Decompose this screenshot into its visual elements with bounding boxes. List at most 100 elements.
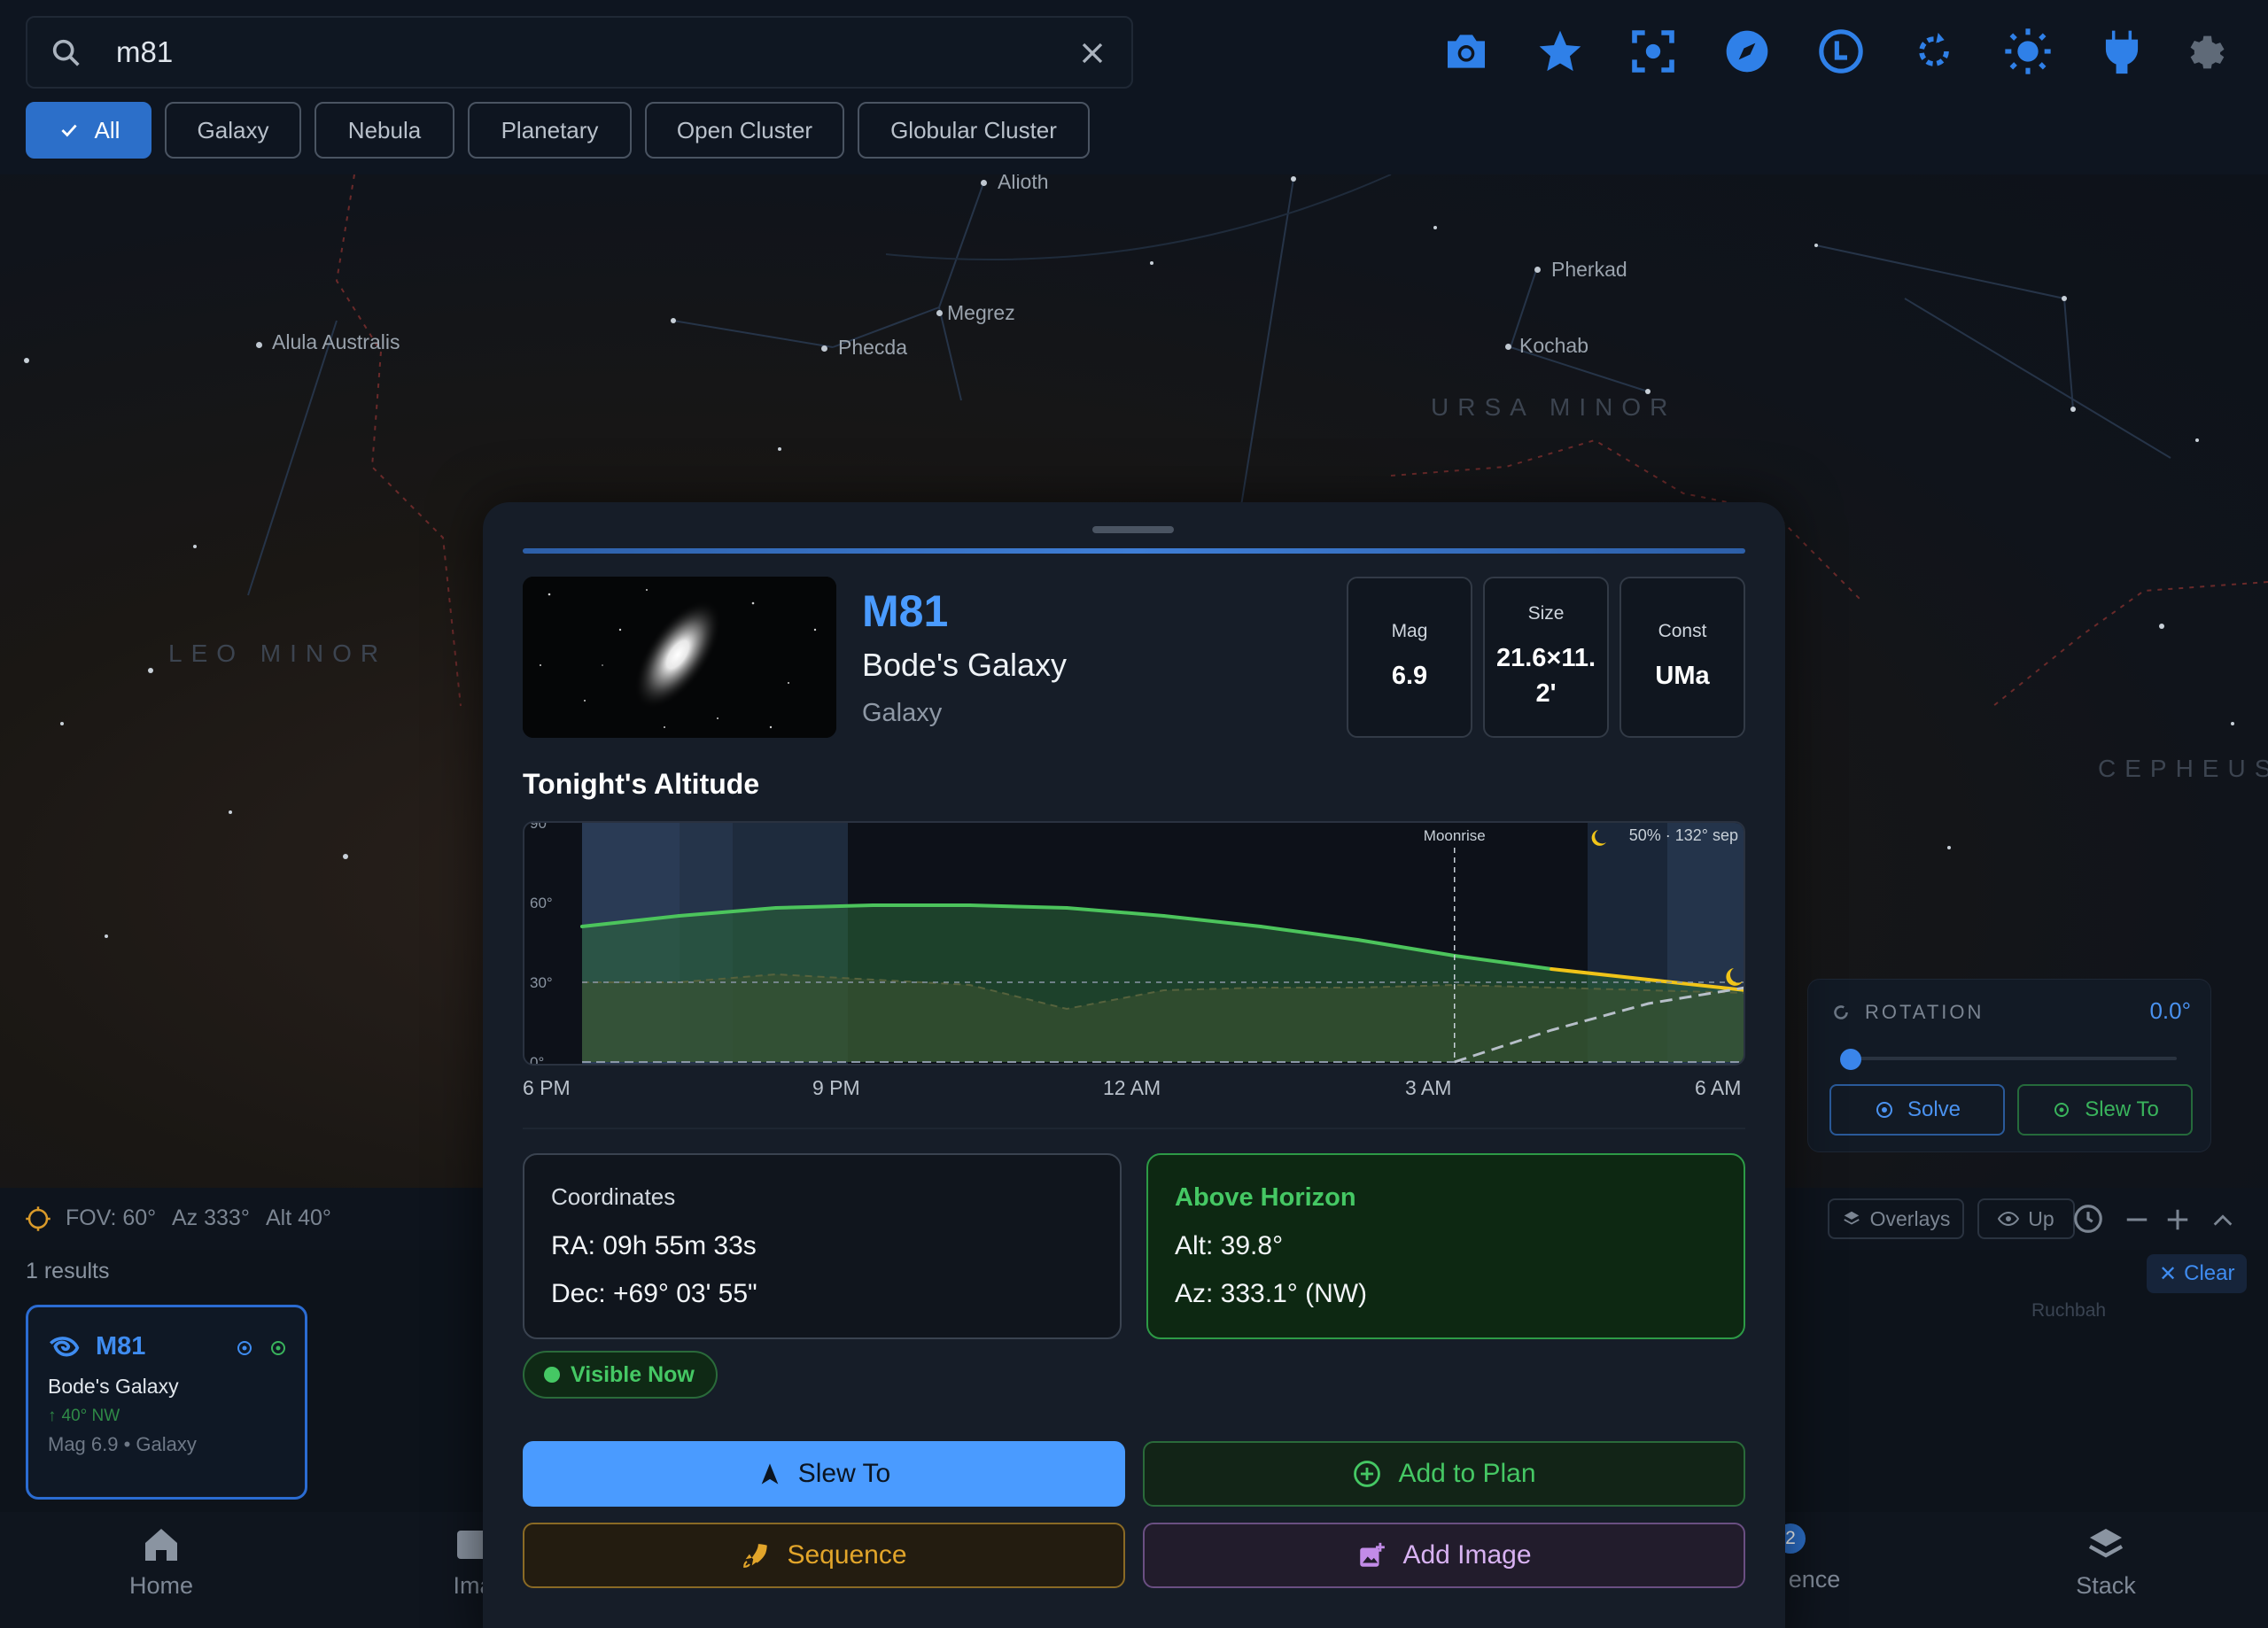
clear-button[interactable]: ✕ Clear	[2147, 1254, 2248, 1293]
sheet-accent-bar	[523, 548, 1745, 554]
altitude-area	[582, 905, 1744, 1062]
star-label-ruchbah[interactable]: Ruchbah	[2031, 1300, 2106, 1322]
az-readout: Az 333°	[172, 1205, 250, 1230]
filter-chip-galaxy[interactable]: Galaxy	[165, 102, 301, 159]
filter-chip-globular-cluster[interactable]: Globular Cluster	[858, 102, 1090, 159]
add-image-label: Add Image	[1402, 1540, 1532, 1570]
nav-home-label: Home	[128, 1572, 194, 1599]
galaxy-icon	[50, 1337, 80, 1357]
zoom-out-icon[interactable]	[2124, 1206, 2150, 1233]
check-icon	[60, 124, 77, 137]
overlays-label: Overlays	[1869, 1206, 1951, 1230]
stat-constellation-value: UMa	[1655, 662, 1710, 690]
constellation-leo-minor: LEO MINOR	[168, 640, 388, 667]
galaxy-image	[523, 577, 836, 738]
clock-icon[interactable]	[1816, 27, 1866, 76]
rotation-slew-button[interactable]: Slew To	[2017, 1084, 2193, 1136]
sheet-drag-handle[interactable]	[1092, 526, 1174, 533]
results-count: 1 results	[26, 1259, 110, 1283]
stat-constellation: Const UMa	[1619, 577, 1745, 738]
sequence-button[interactable]: Sequence	[523, 1523, 1125, 1588]
top-bar: m81 All Galaxy Nebula Planetary Open Clu…	[0, 0, 2268, 174]
clear-label: Clear	[2184, 1261, 2235, 1285]
star-label-alula-australis[interactable]: Alula Australis	[272, 330, 400, 354]
filter-chip-nebula[interactable]: Nebula	[315, 102, 454, 159]
compass-icon[interactable]	[1722, 27, 1772, 76]
star-label-megrez[interactable]: Megrez	[947, 301, 1015, 325]
add-circle-icon	[1354, 1461, 1381, 1487]
horizon-az: Az: 333.1° (NW)	[1175, 1279, 1368, 1308]
x-tick-label: 6 PM	[523, 1076, 571, 1099]
nav-stack[interactable]: Stack	[2017, 1523, 2194, 1600]
add-image-button[interactable]: Add Image	[1143, 1523, 1745, 1588]
search-bar[interactable]: m81	[26, 16, 1133, 89]
star-label-kochab[interactable]: Kochab	[1519, 334, 1588, 358]
altitude-title: Tonight's Altitude	[523, 768, 760, 800]
result-card-id: M81	[96, 1332, 146, 1361]
altitude-chart-svg: Moonrise 50% · 132° sep 90° 60° 30° 0°	[530, 823, 1744, 1064]
crosshair-icon[interactable]	[268, 1337, 289, 1359]
add-to-plan-button[interactable]: Add to Plan	[1143, 1441, 1745, 1507]
slew-to-button[interactable]: Slew To	[523, 1441, 1125, 1507]
clock-icon[interactable]	[2071, 1202, 2105, 1236]
home-icon	[145, 1529, 177, 1561]
camera-icon[interactable]	[1441, 27, 1491, 76]
arrow-up-icon: ↑	[48, 1407, 57, 1425]
filter-chip-planetary[interactable]: Planetary	[468, 102, 632, 159]
zoom-in-icon[interactable]	[2164, 1206, 2191, 1233]
add-to-plan-label: Add to Plan	[1398, 1459, 1536, 1488]
result-card-name: Bode's Galaxy	[48, 1375, 179, 1398]
crosshair-icon	[26, 1206, 50, 1231]
nav-home[interactable]: Home	[73, 1523, 250, 1600]
x-tick-label: 9 PM	[812, 1076, 860, 1099]
rocket-icon	[743, 1544, 768, 1568]
navigate-icon	[761, 1463, 779, 1485]
overlays-button[interactable]: Overlays	[1828, 1198, 1964, 1239]
result-card[interactable]: M81 Bode's Galaxy ↑ 40° NW Mag 6.9 • Gal…	[26, 1305, 307, 1500]
rotate-icon[interactable]	[1909, 27, 1959, 76]
star-label-phecda[interactable]: Phecda	[838, 336, 907, 360]
result-card-position-text: 40° NW	[61, 1407, 120, 1425]
rotation-slider-thumb[interactable]	[1840, 1049, 1861, 1070]
horizon-card: Above Horizon Alt: 39.8° Az: 333.1° (NW)	[1146, 1153, 1745, 1339]
add-photo-icon	[1360, 1542, 1386, 1567]
solve-button[interactable]: Solve	[1829, 1084, 2005, 1136]
up-label: Up	[2028, 1206, 2054, 1230]
slew-to-label: Slew To	[797, 1459, 891, 1488]
visible-now-badge: Visible Now	[523, 1351, 718, 1399]
y-tick-label: 90°	[530, 823, 553, 832]
filter-chip-label: All	[94, 116, 120, 143]
plug-icon[interactable]	[2097, 27, 2147, 76]
coordinates-ra: RA: 09h 55m 33s	[551, 1231, 757, 1260]
object-name: Bode's Galaxy	[862, 647, 1067, 683]
y-tick-label: 30°	[530, 974, 553, 991]
star-label-pherkad[interactable]: Pherkad	[1551, 258, 1627, 282]
rotation-slider-track[interactable]	[1842, 1057, 2177, 1060]
star-label-alioth[interactable]: Alioth	[998, 174, 1049, 194]
object-id: M81	[862, 586, 949, 636]
stat-size-label: Size	[1527, 603, 1565, 624]
chevron-up-icon[interactable]	[2210, 1208, 2235, 1233]
alt-readout: Alt 40°	[266, 1205, 331, 1230]
solve-label: Solve	[1907, 1097, 1961, 1121]
brightness-icon[interactable]	[2003, 27, 2053, 76]
close-icon: ✕	[2159, 1261, 2178, 1286]
filter-chip-all[interactable]: All	[26, 102, 151, 159]
altitude-chart[interactable]: Moonrise 50% · 132° sep 90° 60° 30° 0°	[523, 821, 1745, 1066]
search-input[interactable]: m81	[116, 35, 173, 69]
gear-icon[interactable]	[2184, 29, 2230, 75]
search-icon	[52, 39, 80, 66]
target-icon[interactable]	[234, 1337, 255, 1359]
result-card-position: ↑ 40° NW	[48, 1407, 120, 1426]
moonrise-label: Moonrise	[1424, 827, 1486, 844]
visible-now-label: Visible Now	[571, 1361, 695, 1387]
up-button[interactable]: Up	[1977, 1198, 2075, 1239]
horizon-alt: Alt: 39.8°	[1175, 1231, 1284, 1260]
close-icon[interactable]	[1075, 35, 1110, 71]
result-card-meta: Mag 6.9 • Galaxy	[48, 1433, 197, 1455]
filter-chip-open-cluster[interactable]: Open Cluster	[645, 102, 844, 159]
star-icon[interactable]	[1535, 27, 1585, 76]
stat-size-value: 21.6×11. 2'	[1495, 644, 1596, 708]
layers-icon	[2088, 1529, 2124, 1558]
focus-icon[interactable]	[1628, 27, 1678, 76]
